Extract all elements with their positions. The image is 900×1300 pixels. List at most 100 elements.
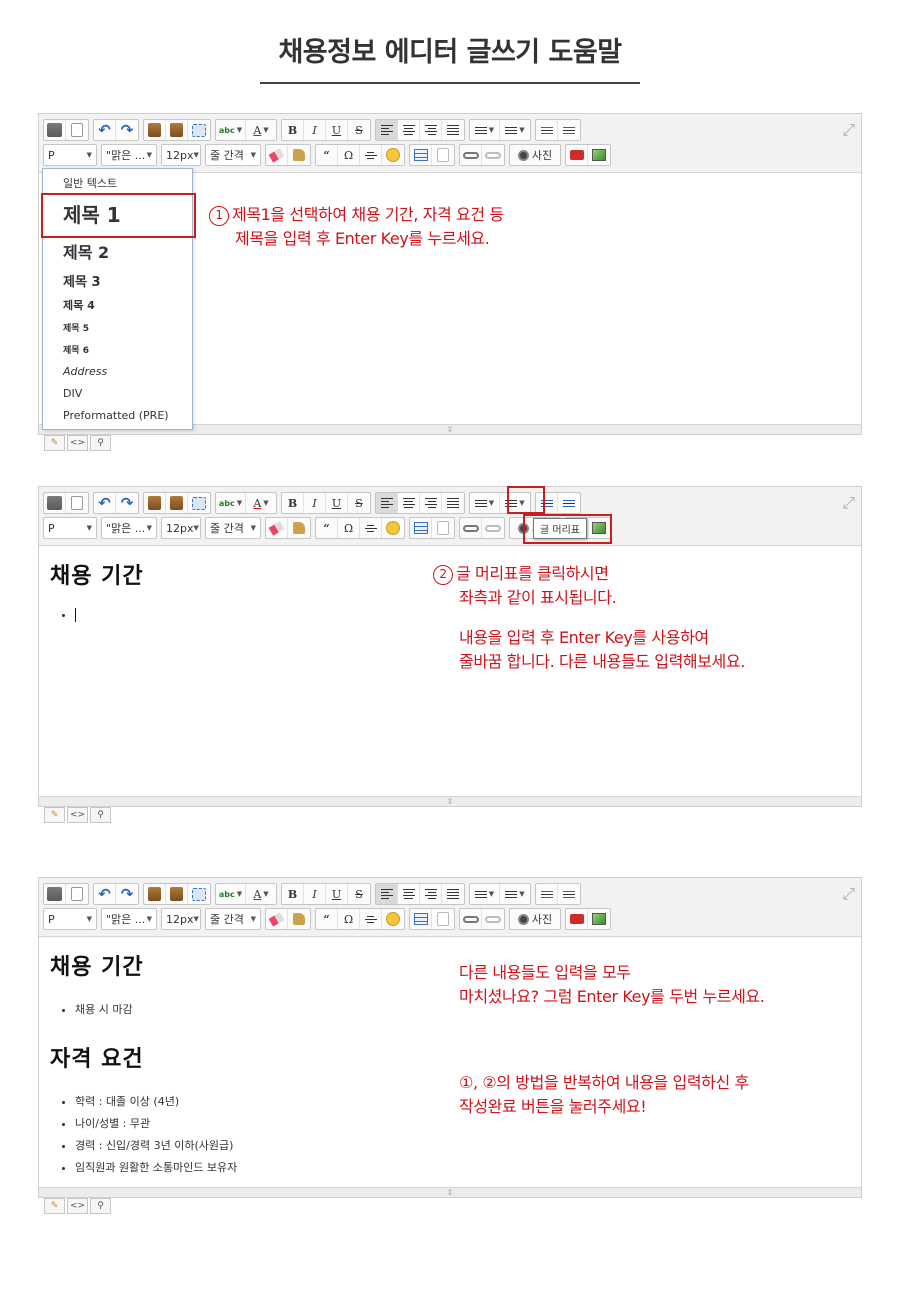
redo-button[interactable]: ↷ <box>116 884 138 904</box>
size-select[interactable]: 12px ▼ <box>161 144 201 166</box>
html-mode-tab[interactable]: <> <box>67 807 88 823</box>
unlink-button[interactable] <box>482 145 504 165</box>
align-right-button[interactable] <box>420 884 442 904</box>
dropdown-item-h3[interactable]: 제목 3 <box>63 271 101 290</box>
numbered-list-button[interactable]: ▼ <box>470 493 500 513</box>
undo-button[interactable]: ↶ <box>94 120 116 140</box>
dropdown-item-pre[interactable]: Preformatted (PRE) <box>63 409 169 422</box>
resize-handle[interactable]: ⇳ <box>39 1187 861 1197</box>
bold-button[interactable]: B <box>282 493 304 513</box>
clear-format-button[interactable] <box>266 518 288 538</box>
align-left-button[interactable] <box>376 120 398 140</box>
print-button[interactable] <box>44 884 66 904</box>
edit-mode-tab[interactable]: ✎ <box>44 435 65 451</box>
font-color-button[interactable]: A ▼ <box>246 120 276 140</box>
italic-button[interactable]: I <box>304 884 326 904</box>
select-all-button[interactable] <box>188 120 210 140</box>
font-select[interactable]: "맑은 ... ▼ <box>101 144 157 166</box>
paste-word-button[interactable] <box>166 493 188 513</box>
paste-word-button[interactable] <box>166 120 188 140</box>
underline-button[interactable]: U <box>326 493 348 513</box>
table-button[interactable] <box>410 145 432 165</box>
dropdown-item-div[interactable]: DIV <box>63 387 82 400</box>
print-button[interactable] <box>44 493 66 513</box>
font-color-button[interactable]: A ▼ <box>246 493 276 513</box>
youtube-button[interactable] <box>566 145 588 165</box>
font-select[interactable]: "맑은 ... ▼ <box>101 908 157 930</box>
bold-button[interactable]: B <box>282 120 304 140</box>
highlight-button[interactable]: abc ▼ <box>216 120 246 140</box>
dropdown-item-normal[interactable]: 일반 텍스트 <box>63 175 117 191</box>
emoticon-button[interactable] <box>382 518 404 538</box>
html-mode-tab[interactable]: <> <box>67 435 88 451</box>
html-mode-tab[interactable]: <> <box>67 1198 88 1214</box>
preview-mode-tab[interactable]: ⚲ <box>90 435 111 451</box>
align-left-button[interactable] <box>376 884 398 904</box>
italic-button[interactable]: I <box>304 120 326 140</box>
format-select[interactable]: P ▼ <box>43 144 97 166</box>
align-justify-button[interactable] <box>442 120 464 140</box>
strike-button[interactable]: S <box>348 493 370 513</box>
format-painter-button[interactable] <box>288 909 310 929</box>
format-select[interactable]: P ▼ <box>43 517 97 539</box>
edit-area[interactable]: 일반 텍스트 제목 1 제목 2 제목 3 제목 4 제목 5 제목 6 Add… <box>39 168 861 430</box>
align-justify-button[interactable] <box>442 493 464 513</box>
indent-button[interactable] <box>558 120 580 140</box>
underline-button[interactable]: U <box>326 884 348 904</box>
expand-icon[interactable]: ⤢ <box>842 493 855 513</box>
photo-button[interactable]: 사진 <box>510 909 560 929</box>
emoticon-button[interactable] <box>382 145 404 165</box>
align-right-button[interactable] <box>420 493 442 513</box>
paste-word-button[interactable] <box>166 884 188 904</box>
clear-format-button[interactable] <box>266 909 288 929</box>
photo-button[interactable]: 사진 <box>510 145 560 165</box>
table-edit-button[interactable] <box>432 909 454 929</box>
numbered-list-button[interactable]: ▼ <box>470 884 500 904</box>
dropdown-item-h5[interactable]: 제목 5 <box>63 321 89 334</box>
expand-icon[interactable]: ⤢ <box>842 120 855 140</box>
indent-button[interactable] <box>558 884 580 904</box>
clear-format-button[interactable] <box>266 145 288 165</box>
underline-button[interactable]: U <box>326 120 348 140</box>
bullet-list-button[interactable]: ▼ <box>500 120 530 140</box>
highlight-button[interactable]: abc ▼ <box>216 884 246 904</box>
indent-button[interactable] <box>558 493 580 513</box>
strike-button[interactable]: S <box>348 120 370 140</box>
dropdown-item-h6[interactable]: 제목 6 <box>63 343 89 356</box>
new-doc-button[interactable] <box>66 493 88 513</box>
print-button[interactable] <box>44 120 66 140</box>
line-height-select[interactable]: 줄 간격 ▼ <box>205 144 261 166</box>
paste-button[interactable] <box>144 493 166 513</box>
size-select[interactable]: 12px ▼ <box>161 908 201 930</box>
hr-button[interactable] <box>360 145 382 165</box>
line-height-select[interactable]: 줄 간격 ▼ <box>205 517 261 539</box>
outdent-button[interactable] <box>536 120 558 140</box>
align-justify-button[interactable] <box>442 884 464 904</box>
align-center-button[interactable] <box>398 120 420 140</box>
edit-area[interactable]: 채용 기간 채용 시 마감 자격 요건 학력 : 대졸 이상 (4년) 나이/성… <box>39 937 861 1187</box>
youtube-button[interactable] <box>566 909 588 929</box>
resize-handle[interactable]: ⇳ <box>39 796 861 806</box>
align-center-button[interactable] <box>398 884 420 904</box>
bold-button[interactable]: B <box>282 884 304 904</box>
highlight-button[interactable]: abc ▼ <box>216 493 246 513</box>
format-select[interactable]: P ▼ <box>43 908 97 930</box>
format-painter-button[interactable] <box>288 518 310 538</box>
unlink-button[interactable] <box>482 909 504 929</box>
special-char-button[interactable]: Ω <box>338 909 360 929</box>
table-button[interactable] <box>410 909 432 929</box>
font-select[interactable]: "맑은 ... ▼ <box>101 517 157 539</box>
preview-mode-tab[interactable]: ⚲ <box>90 807 111 823</box>
edit-mode-tab[interactable]: ✎ <box>44 1198 65 1214</box>
undo-button[interactable]: ↶ <box>94 493 116 513</box>
font-color-button[interactable]: A ▼ <box>246 884 276 904</box>
bullet-list-button[interactable]: ▼ <box>500 884 530 904</box>
outdent-button[interactable] <box>536 884 558 904</box>
preview-mode-tab[interactable]: ⚲ <box>90 1198 111 1214</box>
quote-button[interactable]: “ <box>316 909 338 929</box>
table-button[interactable] <box>410 518 432 538</box>
link-button[interactable] <box>460 518 482 538</box>
new-doc-button[interactable] <box>66 120 88 140</box>
table-edit-button[interactable] <box>432 145 454 165</box>
format-painter-button[interactable] <box>288 145 310 165</box>
